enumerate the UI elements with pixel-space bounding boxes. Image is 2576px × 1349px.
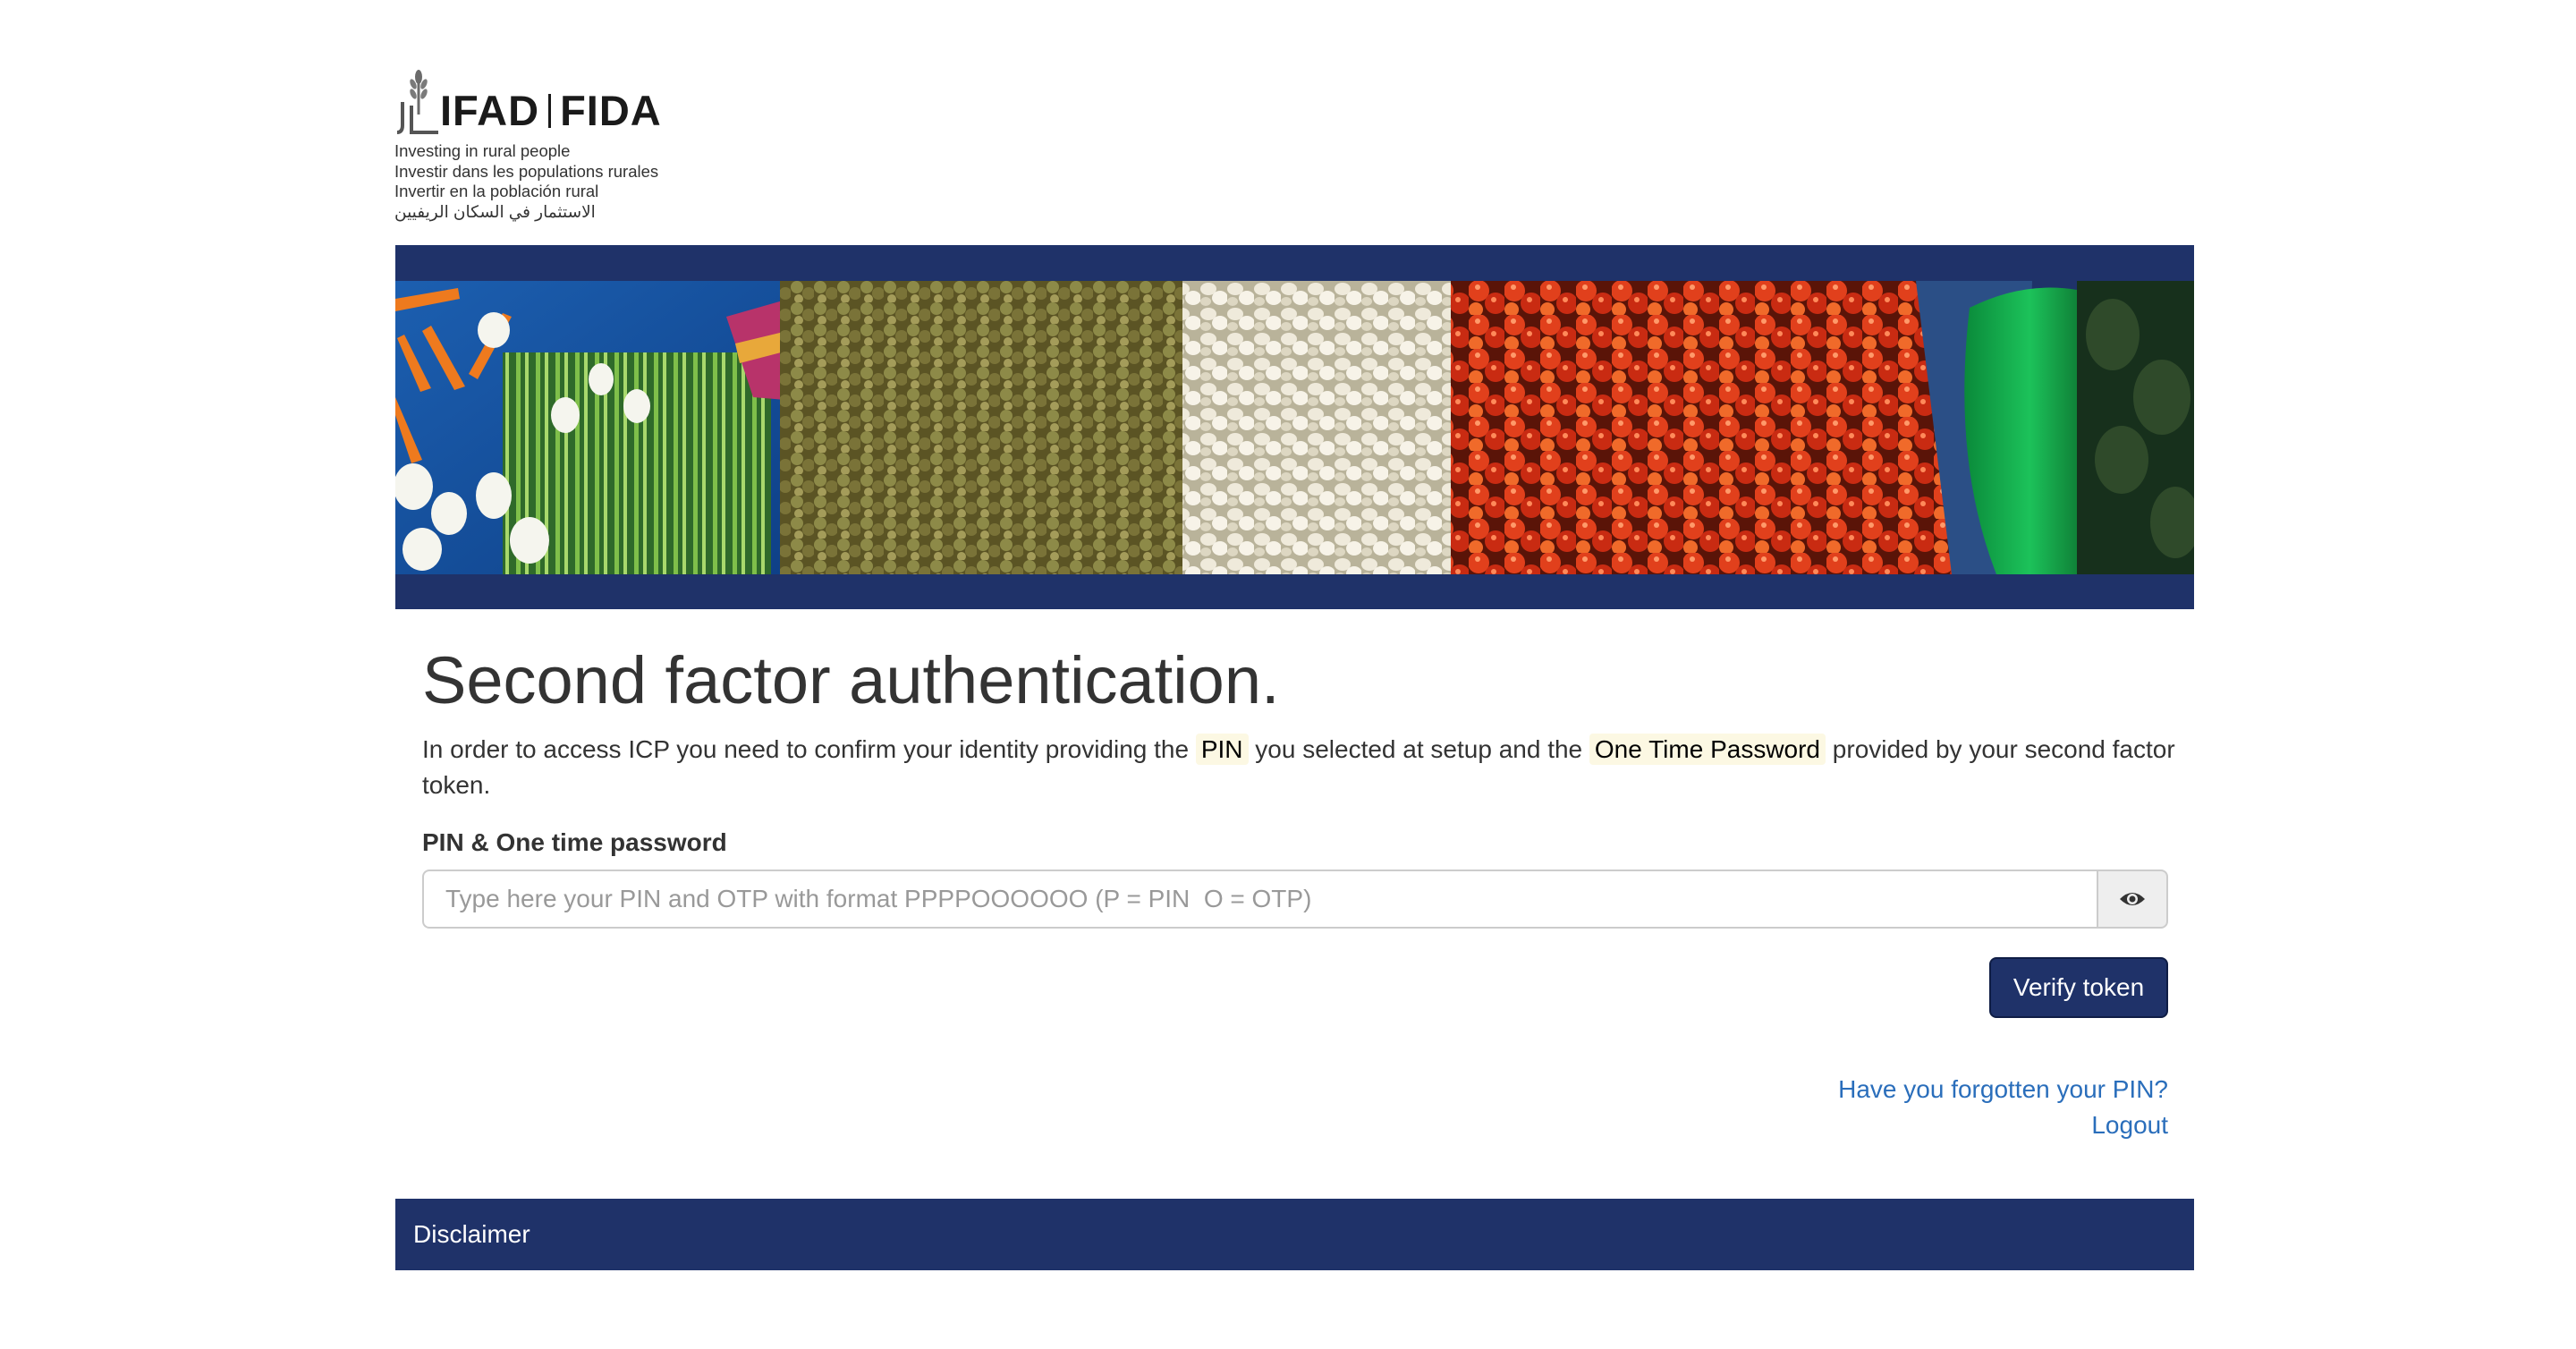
eye-icon bbox=[2120, 893, 2145, 905]
logo-taglines: Investing in rural people Investir dans … bbox=[394, 141, 658, 222]
otp-highlight: One Time Password bbox=[1589, 734, 1826, 765]
tagline-en: Investing in rural people bbox=[394, 141, 571, 160]
forgot-pin-link[interactable]: Have you forgotten your PIN? bbox=[1838, 1072, 2168, 1107]
pin-otp-input-group bbox=[422, 870, 2168, 929]
logo-divider bbox=[548, 94, 552, 128]
pin-highlight: PIN bbox=[1195, 734, 1249, 765]
tagline-fr: Investir dans les populations rurales bbox=[394, 161, 659, 181]
logo-fida-text: FIDA bbox=[560, 87, 662, 134]
tagline-es: Invertir en la población rural bbox=[394, 182, 599, 200]
footer-bar: Disclaimer bbox=[395, 1199, 2194, 1270]
pin-otp-label: PIN & One time password bbox=[422, 828, 727, 856]
intro-part-1: In order to access ICP you need to confi… bbox=[422, 735, 1196, 763]
logo-ifad-text: IFAD bbox=[440, 87, 540, 134]
page-title: Second factor authentication. bbox=[422, 643, 1280, 717]
pin-otp-input[interactable] bbox=[422, 870, 2097, 929]
page: IFAD FIDA Investing in rural people Inves… bbox=[0, 0, 2576, 1349]
intro-part-2: you selected at setup and the bbox=[1248, 735, 1589, 763]
vegetable-market-banner-image bbox=[395, 281, 2194, 574]
disclaimer-link[interactable]: Disclaimer bbox=[413, 1217, 530, 1252]
ifad-logo: IFAD FIDA Investing in rural people Inves… bbox=[394, 64, 698, 225]
verify-token-button[interactable]: Verify token bbox=[1989, 957, 2168, 1018]
logo-wordmark: IFAD FIDA bbox=[440, 89, 662, 132]
account-links: Have you forgotten your PIN? Logout bbox=[1838, 1072, 2168, 1143]
logout-link[interactable]: Logout bbox=[1838, 1107, 2168, 1143]
tagline-ar: الاستثمار في السكان الريفيين bbox=[394, 201, 596, 221]
intro-text: In order to access ICP you need to confi… bbox=[422, 732, 2175, 803]
show-password-toggle[interactable] bbox=[2097, 870, 2168, 929]
wheat-emblem-icon bbox=[397, 70, 438, 134]
header-banner bbox=[395, 245, 2194, 609]
